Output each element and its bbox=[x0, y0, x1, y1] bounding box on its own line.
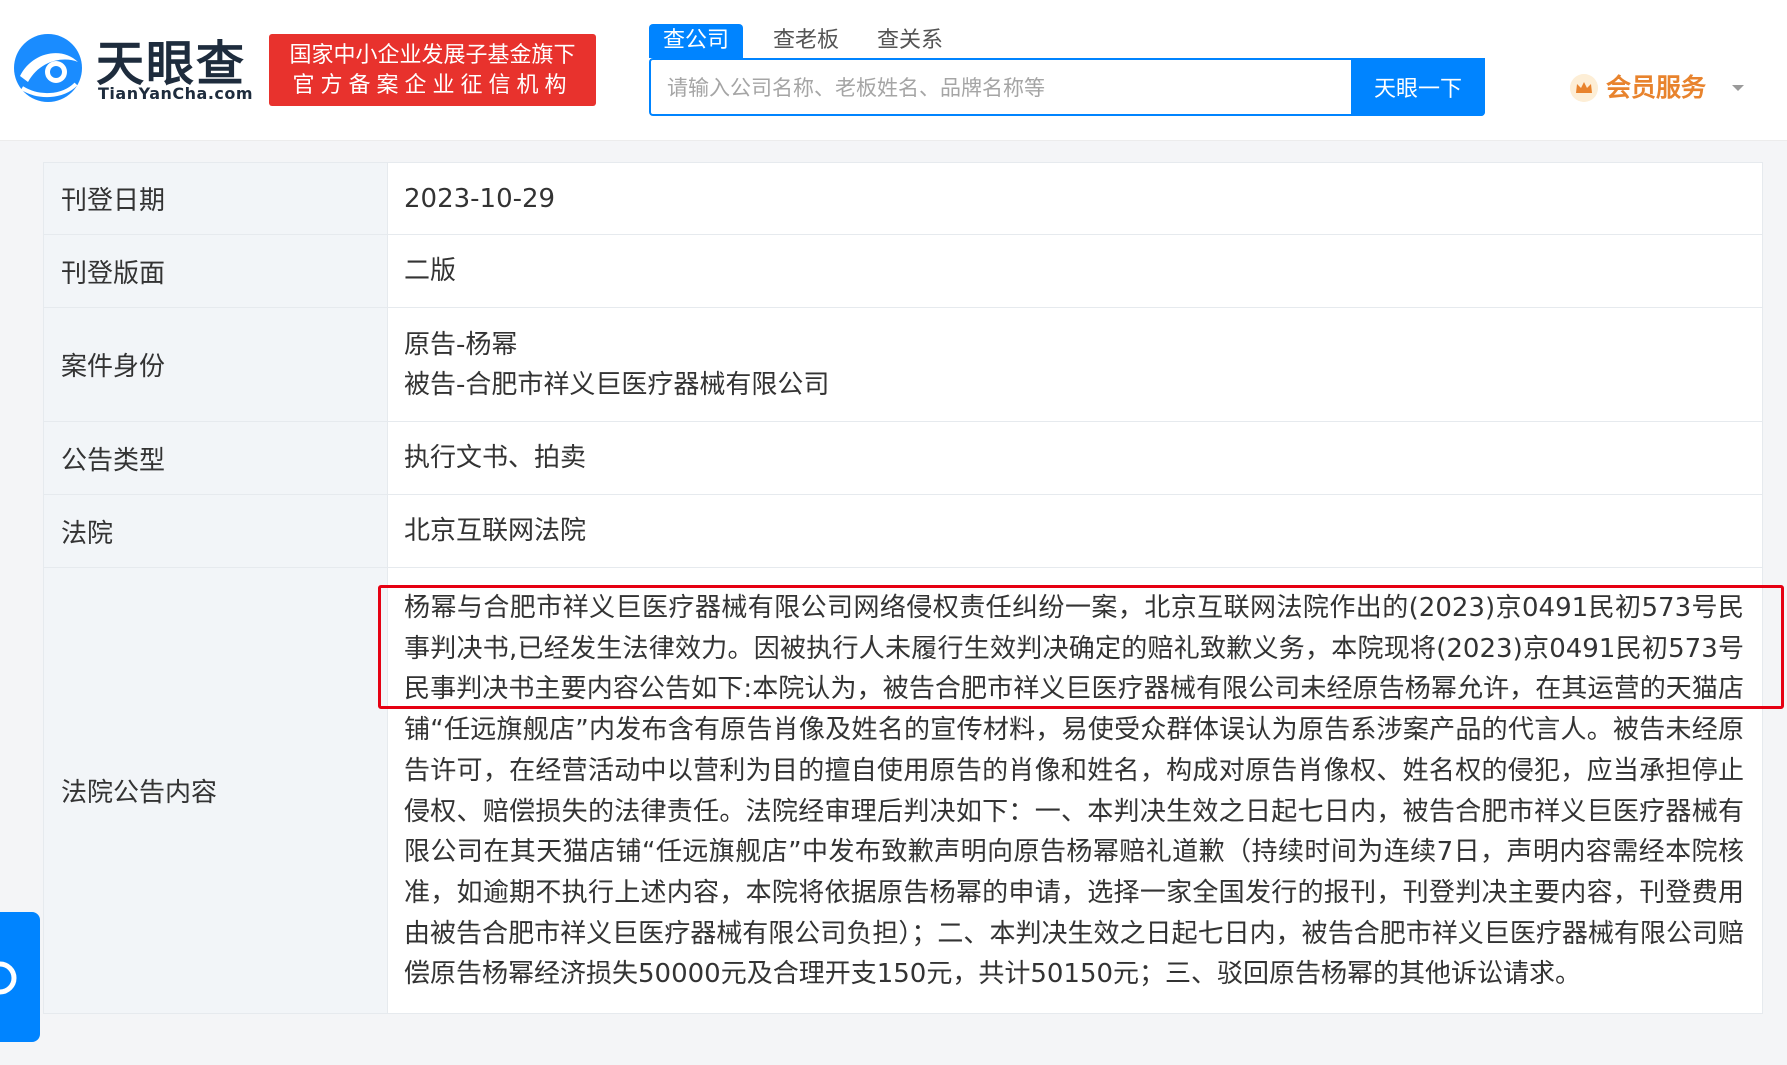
announcement-table: 刊登日期 2023-10-29 刊登版面 二版 案件身份 原告-杨幂 被告-合肥… bbox=[43, 162, 1763, 1015]
table-row: 法院公告内容 杨幂与合肥市祥义巨医疗器械有限公司网络侵权责任纠纷一案，北京互联网… bbox=[43, 566, 1763, 1015]
badge-line-1: 国家中小企业发展子基金旗下 bbox=[289, 43, 576, 68]
row-label: 公告类型 bbox=[43, 421, 388, 495]
table-row: 刊登日期 2023-10-29 bbox=[43, 162, 1763, 235]
chevron-down-icon bbox=[1732, 85, 1744, 91]
floating-side-tab[interactable] bbox=[0, 912, 40, 1042]
table-row: 法院 北京互联网法院 bbox=[43, 494, 1763, 568]
row-value: 执行文书、拍卖 bbox=[387, 421, 1763, 495]
chat-icon bbox=[0, 961, 17, 995]
row-value: 北京互联网法院 bbox=[387, 494, 1763, 568]
plaintiff-line: 原告-杨幂 bbox=[404, 329, 518, 360]
official-badge: 国家中小企业发展子基金旗下 官方备案企业征信机构 bbox=[269, 34, 596, 106]
search-button[interactable]: 天眼一下 bbox=[1351, 58, 1485, 116]
eye-logo-icon bbox=[14, 34, 82, 102]
table-row: 公告类型 执行文书、拍卖 bbox=[43, 421, 1763, 495]
row-label: 刊登版面 bbox=[43, 234, 388, 308]
member-service-label: 会员服务 bbox=[1606, 73, 1707, 102]
court-announcement-text: 杨幂与合肥市祥义巨医疗器械有限公司网络侵权责任纠纷一案，北京互联网法院作出的(2… bbox=[387, 566, 1763, 1015]
tianyancha-logo[interactable]: 天眼查 TianYanCha.com bbox=[12, 30, 254, 110]
table-row: 刊登版面 二版 bbox=[43, 234, 1763, 308]
defendant-line: 被告-合肥市祥义巨医疗器械有限公司 bbox=[404, 369, 830, 400]
logo-text-en: TianYanCha.com bbox=[98, 84, 254, 103]
table-row: 案件身份 原告-杨幂 被告-合肥市祥义巨医疗器械有限公司 bbox=[43, 307, 1763, 422]
badge-line-2: 官方备案企业征信机构 bbox=[292, 73, 573, 98]
row-value: 二版 bbox=[387, 234, 1763, 308]
announcement-detail: 刊登日期 2023-10-29 刊登版面 二版 案件身份 原告-杨幂 被告-合肥… bbox=[43, 162, 1763, 1015]
row-label: 刊登日期 bbox=[43, 162, 388, 235]
crown-icon bbox=[1570, 74, 1598, 102]
search-input[interactable] bbox=[651, 60, 1369, 116]
row-label: 案件身份 bbox=[43, 307, 388, 422]
tab-boss[interactable]: 查老板 bbox=[773, 24, 839, 58]
top-header: 天眼查 TianYanCha.com 国家中小企业发展子基金旗下 官方备案企业征… bbox=[0, 0, 1787, 141]
row-label: 法院公告内容 bbox=[43, 566, 388, 1015]
row-label: 法院 bbox=[43, 494, 388, 568]
search-box: 天眼一下 bbox=[649, 58, 1485, 116]
tab-company[interactable]: 查公司 bbox=[649, 24, 744, 58]
tab-relation[interactable]: 查关系 bbox=[877, 24, 943, 58]
row-value: 2023-10-29 bbox=[387, 162, 1763, 235]
row-value: 原告-杨幂 被告-合肥市祥义巨医疗器械有限公司 bbox=[387, 307, 1763, 422]
